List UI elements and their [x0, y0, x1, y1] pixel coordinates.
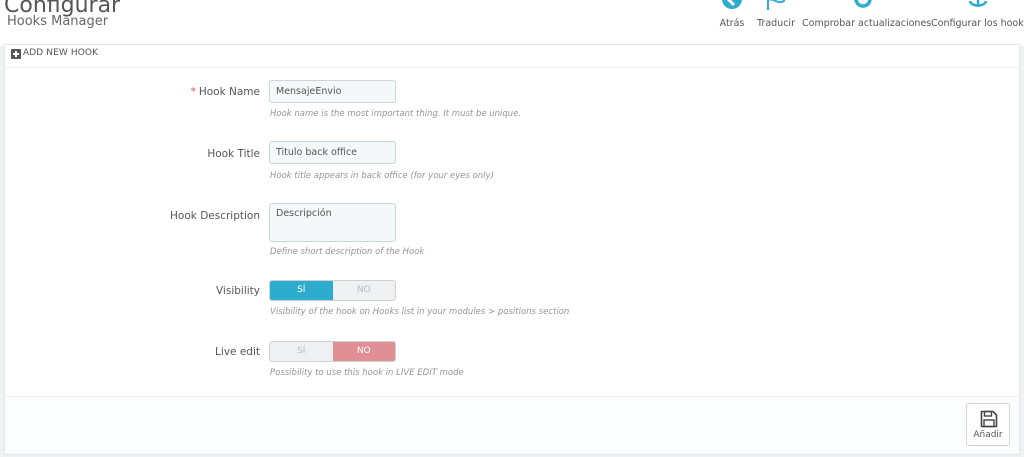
floppy-disk-icon [980, 410, 998, 428]
visibility-switch: SÍ NO [269, 280, 396, 301]
refresh-icon [854, 0, 872, 8]
translate-button[interactable]: Traducir [754, 0, 798, 46]
visibility-no-option[interactable]: NO [333, 281, 396, 300]
live-edit-no-option[interactable]: NO [332, 342, 395, 361]
hook-title-input[interactable] [269, 141, 396, 164]
panel-heading: ADD NEW HOOK [5, 45, 1019, 68]
hook-description-label: Hook Description [170, 210, 260, 222]
plus-square-icon [11, 49, 21, 59]
translate-label: Traducir [757, 18, 795, 29]
required-mark: * [190, 86, 196, 98]
hook-description-help: Define short description of the Hook [270, 247, 425, 257]
page-header: Configurar Hooks Manager Atrás Traducir [0, 0, 1024, 46]
panel-footer: Añadir [5, 396, 1019, 454]
live-edit-switch: SÍ NO [269, 341, 396, 362]
hook-title-label: Hook Title [207, 148, 260, 160]
configure-hooks-label: Configurar los hooks [931, 18, 1024, 29]
flag-icon [767, 0, 785, 10]
hook-name-label-text: Hook Name [198, 86, 260, 98]
visibility-label: Visibility [215, 285, 260, 297]
back-button[interactable]: Atrás [716, 0, 748, 46]
back-label: Atrás [719, 18, 745, 29]
hook-title-help: Hook title appears in back office (for y… [270, 171, 494, 181]
visibility-help: Visibility of the hook on Hooks list in … [270, 307, 570, 317]
configure-hooks-button[interactable]: Configurar los hooks [931, 0, 1024, 46]
anchor-icon [968, 0, 987, 7]
hook-name-help: Hook name is the most important thing. I… [270, 109, 522, 119]
page-subtitle: Hooks Manager [7, 14, 109, 29]
hook-description-textarea[interactable]: Descripción [269, 203, 396, 242]
add-save-label: Añadir [973, 430, 1003, 440]
live-edit-yes-option[interactable]: SÍ [270, 342, 333, 361]
check-updates-label: Comprobar actualizaciones [802, 18, 932, 29]
panel-heading-text: ADD NEW HOOK [23, 48, 99, 58]
add-save-button[interactable]: Añadir [966, 403, 1010, 446]
live-edit-label: Live edit [215, 346, 260, 358]
visibility-yes-option[interactable]: SÍ [270, 281, 333, 300]
live-edit-help: Possibility to use this hook in LIVE EDI… [270, 368, 464, 378]
hook-name-label: * Hook Name [191, 86, 260, 98]
check-updates-button[interactable]: Comprobar actualizaciones [802, 0, 932, 46]
hook-name-input[interactable] [269, 80, 396, 103]
back-arrow-icon [722, 0, 742, 9]
add-hook-panel: ADD NEW HOOK *Hook Name Hook name is the… [4, 44, 1020, 455]
